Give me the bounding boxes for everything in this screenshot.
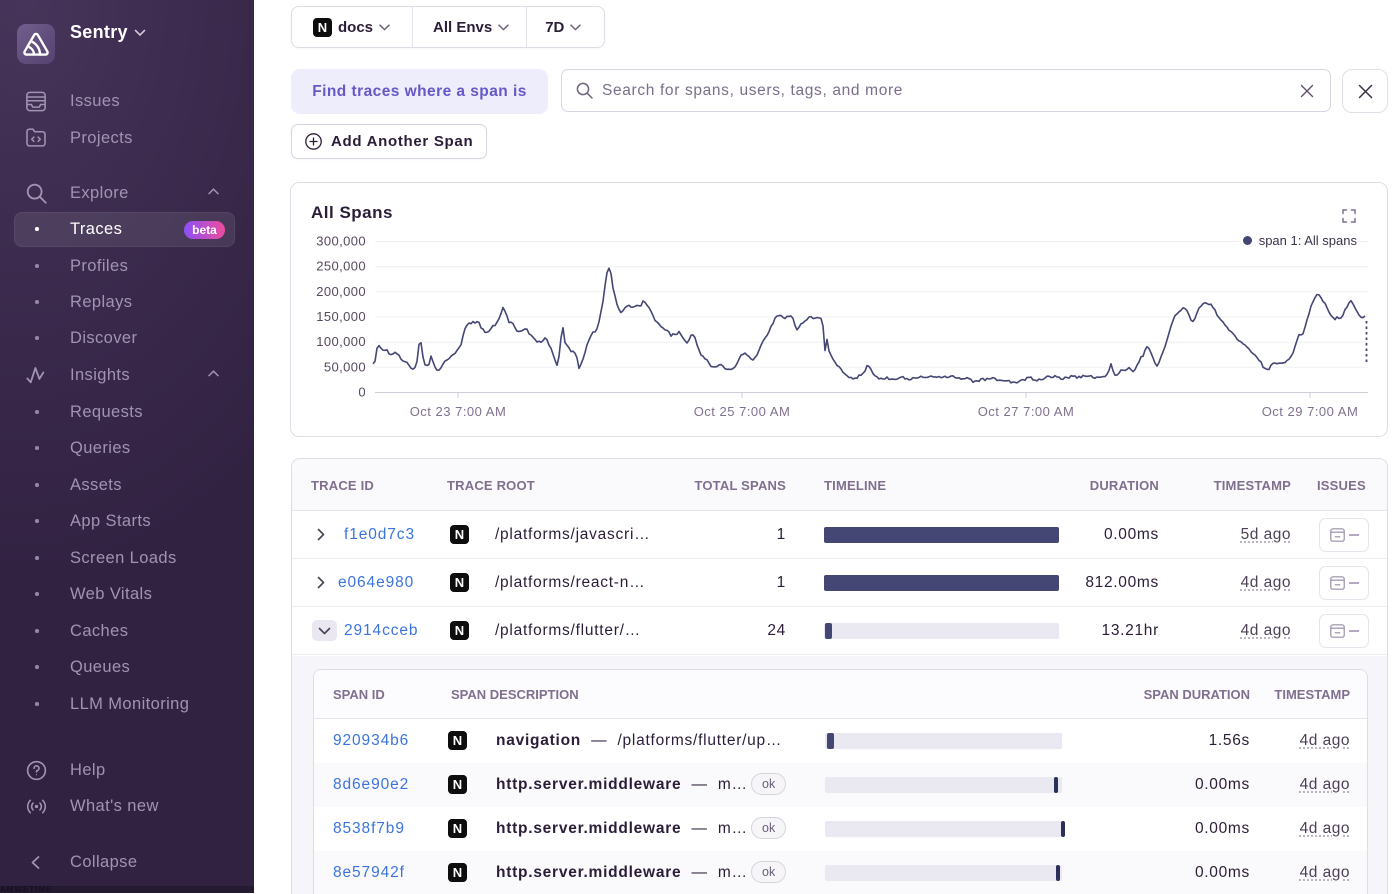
svg-text:N: N xyxy=(318,20,327,35)
svg-text:N: N xyxy=(455,527,464,542)
svg-text:N: N xyxy=(453,865,462,880)
svg-text:N: N xyxy=(455,575,464,590)
svg-text:250,000: 250,000 xyxy=(316,259,366,274)
svg-text:200,000: 200,000 xyxy=(316,284,366,299)
svg-text:100,000: 100,000 xyxy=(316,334,366,349)
svg-text:Oct 29 7:00 AM: Oct 29 7:00 AM xyxy=(1262,404,1359,419)
svg-text:50,000: 50,000 xyxy=(324,359,366,374)
svg-text:N: N xyxy=(453,777,462,792)
svg-text:Oct 23 7:00 AM: Oct 23 7:00 AM xyxy=(410,404,507,419)
svg-text:N: N xyxy=(453,733,462,748)
svg-text:0: 0 xyxy=(358,385,366,400)
svg-text:150,000: 150,000 xyxy=(316,309,366,324)
svg-text:N: N xyxy=(453,821,462,836)
svg-text:Oct 27 7:00 AM: Oct 27 7:00 AM xyxy=(978,404,1075,419)
svg-text:N: N xyxy=(455,623,464,638)
svg-text:Oct 25 7:00 AM: Oct 25 7:00 AM xyxy=(694,404,791,419)
svg-text:300,000: 300,000 xyxy=(316,234,366,249)
